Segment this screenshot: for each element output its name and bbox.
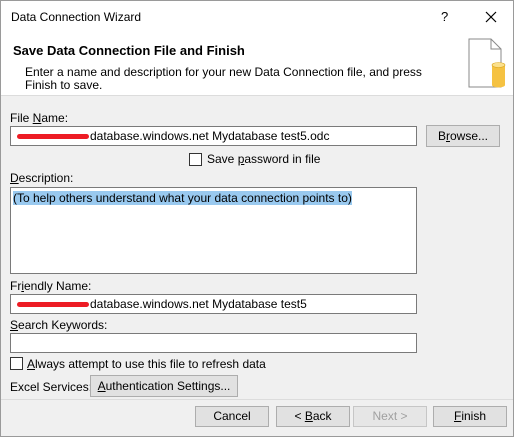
document-database-icon <box>468 38 506 88</box>
title-bar: Data Connection Wizard ? <box>1 1 513 33</box>
label-text: Save <box>207 152 238 166</box>
search-keywords-input[interactable] <box>10 333 417 353</box>
file-name-label: File Name: <box>10 111 68 125</box>
help-button[interactable]: ? <box>441 9 448 24</box>
footer-divider <box>1 399 513 400</box>
excel-services-label: Excel Services: <box>10 380 93 394</box>
redaction-mark <box>17 134 89 140</box>
label-text: Fr <box>10 279 22 293</box>
label-accel: D <box>10 171 19 185</box>
always-attempt-label[interactable]: Always attempt to use this file to refre… <box>27 357 266 371</box>
browse-button[interactable]: Browse... <box>426 125 500 147</box>
label-text: assword in file <box>244 152 321 166</box>
file-name-input[interactable]: database.windows.net Mydatabase test5.od… <box>10 126 417 146</box>
cancel-button[interactable]: Cancel <box>195 406 269 427</box>
button-text: ack <box>312 409 332 423</box>
label-text: File <box>10 111 33 125</box>
description-label: Description: <box>10 171 73 185</box>
label-text: endly Name: <box>24 279 92 293</box>
data-connection-wizard-dialog: Data Connection Wizard ? Save Data Conne… <box>0 0 514 437</box>
authentication-settings-button[interactable]: Authentication Settings... <box>90 375 238 397</box>
button-text: uthentication Settings... <box>105 378 231 393</box>
button-text: owse... <box>450 128 489 143</box>
description-textarea[interactable]: (To help others understand what your dat… <box>10 187 417 274</box>
label-accel: S <box>10 318 19 332</box>
button-accel: A <box>97 378 106 393</box>
save-password-label[interactable]: Save password in file <box>207 152 320 166</box>
page-title: Save Data Connection File and Finish <box>13 43 245 58</box>
button-text: B <box>437 128 446 143</box>
friendly-name-value: database.windows.net Mydatabase test5 <box>90 297 307 311</box>
redaction-mark <box>17 302 89 308</box>
wizard-header: Save Data Connection File and Finish Ent… <box>1 33 513 96</box>
label-text: earch Keywords: <box>18 318 108 332</box>
file-name-value: database.windows.net Mydatabase test5.od… <box>90 129 330 143</box>
label-text: lways attempt to use this file to refres… <box>35 357 266 371</box>
window-title: Data Connection Wizard <box>11 10 142 24</box>
close-button[interactable] <box>479 6 503 28</box>
save-password-checkbox[interactable] <box>189 153 202 166</box>
next-button[interactable]: Next > <box>353 406 427 427</box>
label-text: escription: <box>18 171 74 185</box>
close-icon <box>485 11 497 23</box>
button-text: inish <box>461 409 487 423</box>
friendly-name-input[interactable]: database.windows.net Mydatabase test5 <box>10 294 417 314</box>
friendly-name-label: Friendly Name: <box>10 279 91 293</box>
button-text: < <box>294 409 305 423</box>
finish-button[interactable]: Finish <box>433 406 507 427</box>
label-text: ame: <box>41 111 69 125</box>
label-accel: A <box>27 357 36 371</box>
button-accel: B <box>304 409 313 423</box>
back-button[interactable]: < Back <box>276 406 350 427</box>
always-attempt-checkbox[interactable] <box>10 357 23 370</box>
search-keywords-label: Search Keywords: <box>10 318 107 332</box>
description-value: (To help others understand what your dat… <box>13 191 352 205</box>
page-description: Enter a name and description for your ne… <box>25 65 422 92</box>
